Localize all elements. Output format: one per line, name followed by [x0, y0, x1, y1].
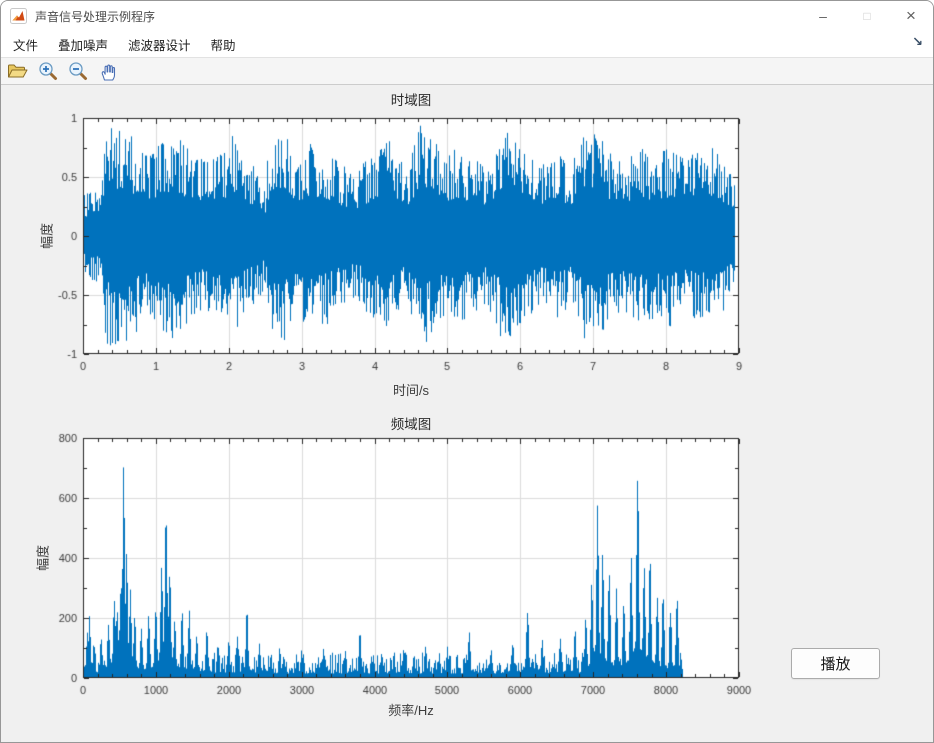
time-plot-title: 时域图 — [390, 93, 432, 108]
zoom-in-button[interactable] — [35, 59, 60, 83]
title-bar: 声音信号处理示例程序 – □ × — [1, 1, 933, 31]
freq-plot-xlabel: 频率/Hz — [388, 703, 434, 718]
matlab-logo-icon — [10, 8, 27, 24]
menu-help[interactable]: 帮助 — [201, 31, 246, 58]
frequency-domain-plot-canvas[interactable] — [43, 433, 755, 705]
freq-plot-title: 频域图 — [390, 417, 432, 432]
maximize-button[interactable]: □ — [845, 1, 889, 31]
open-folder-icon — [8, 64, 28, 78]
minimize-button[interactable]: – — [801, 1, 845, 31]
zoom-out-button[interactable] — [65, 59, 90, 83]
menu-bar: 文件 叠加噪声 滤波器设计 帮助 ↘ — [1, 31, 933, 57]
window-title: 声音信号处理示例程序 — [35, 9, 156, 24]
open-file-button[interactable] — [5, 59, 30, 83]
figure-area: 时域图 幅度 时间/s 频域图 幅度 频率/Hz 播放 — [1, 86, 933, 742]
close-button[interactable]: × — [889, 1, 933, 31]
toolbar — [1, 57, 933, 85]
zoom-out-icon — [68, 62, 87, 80]
time-plot-xlabel: 时间/s — [392, 383, 430, 398]
menu-filter-design[interactable]: 滤波器设计 — [118, 31, 201, 58]
dock-figure-arrow-icon[interactable]: ↘ — [912, 34, 923, 50]
app-window: 声音信号处理示例程序 – □ × 文件 叠加噪声 滤波器设计 帮助 ↘ 时域图 … — [0, 0, 934, 743]
window-controls: – □ × — [801, 1, 933, 31]
time-domain-plot-canvas[interactable] — [43, 113, 755, 385]
pan-button[interactable] — [95, 59, 120, 83]
pan-hand-icon — [101, 64, 116, 81]
menu-file[interactable]: 文件 — [3, 31, 48, 58]
menu-add-noise[interactable]: 叠加噪声 — [48, 31, 118, 58]
play-button[interactable]: 播放 — [791, 648, 880, 679]
zoom-in-icon — [38, 62, 57, 80]
